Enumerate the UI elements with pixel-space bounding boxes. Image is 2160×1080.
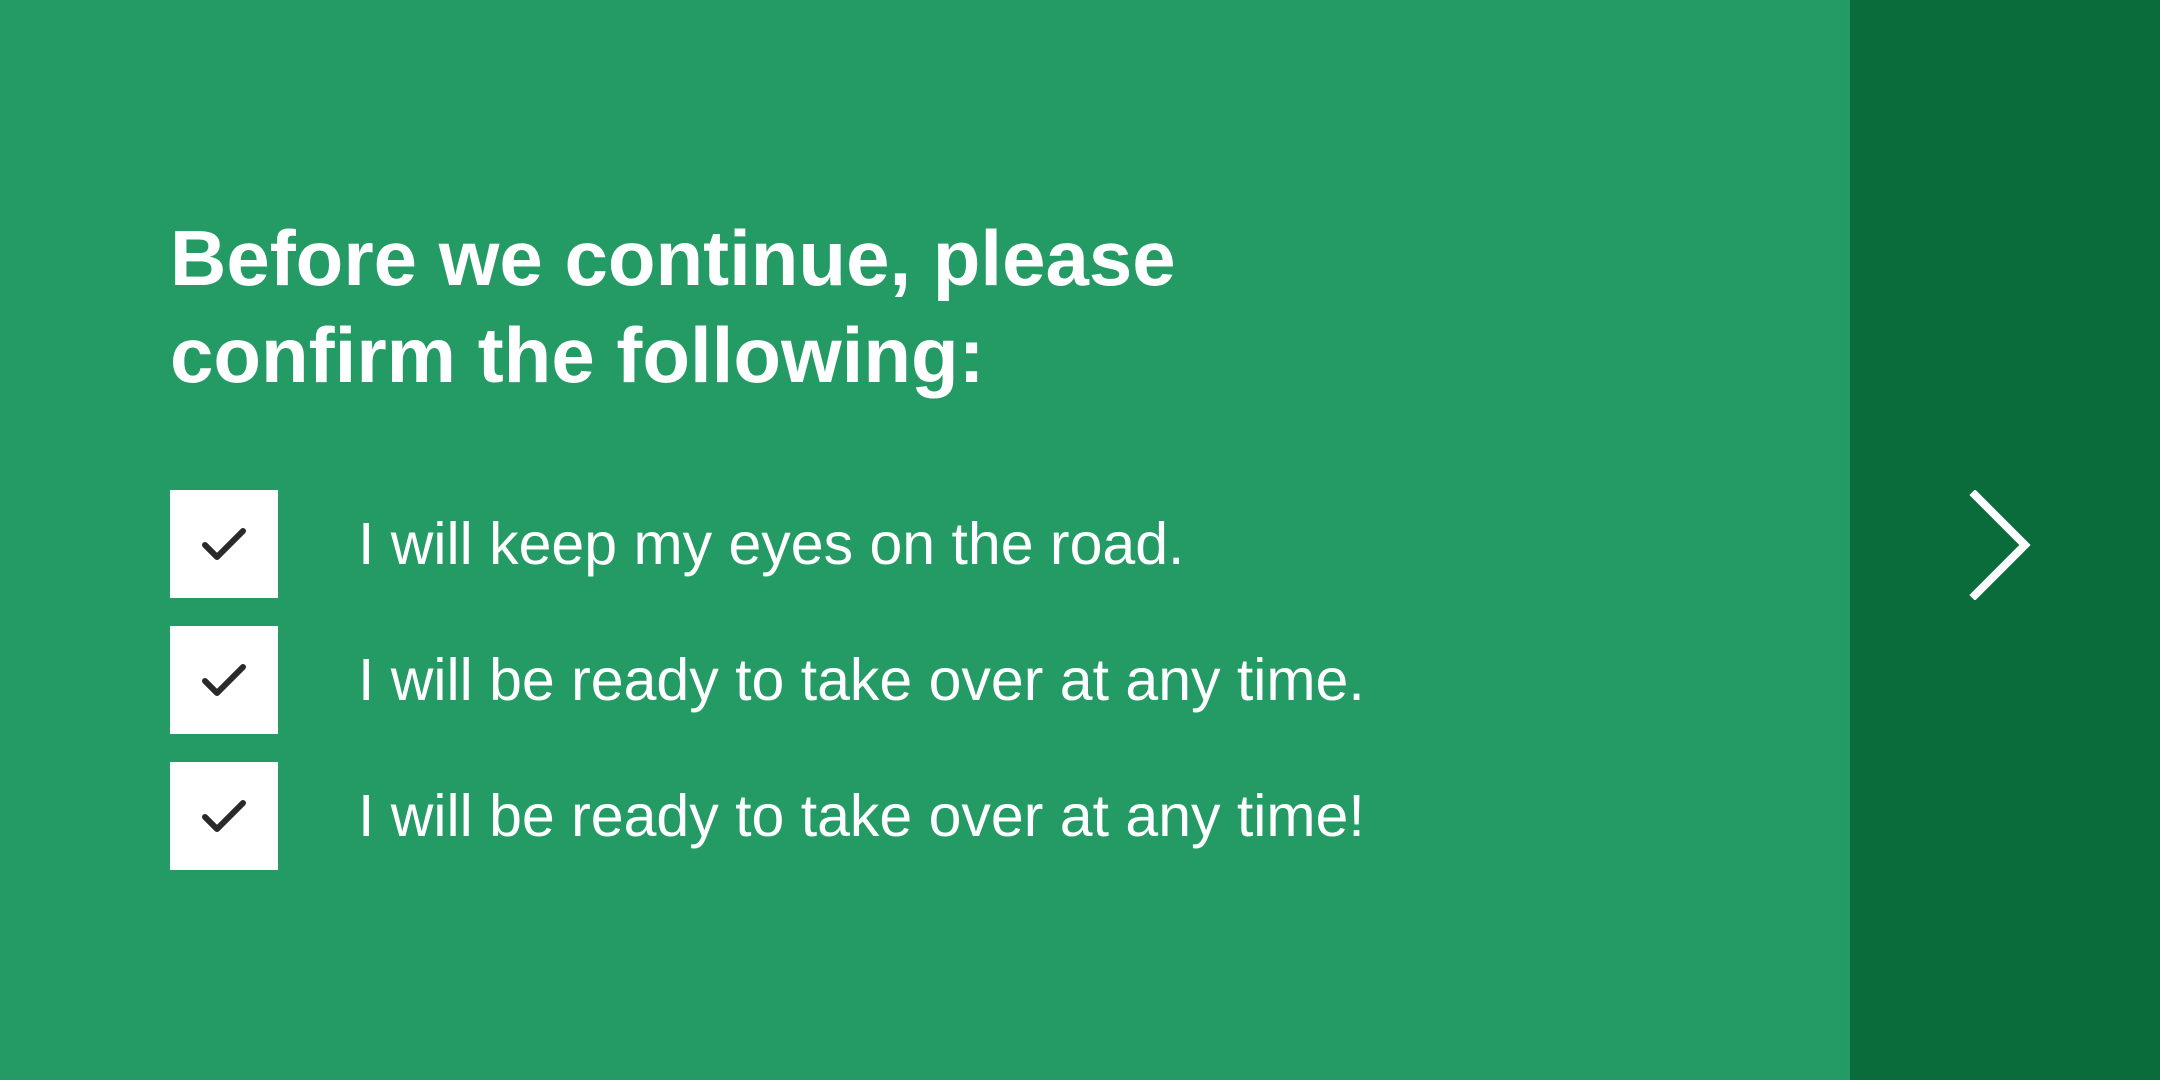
checklist-item-label: I will keep my eyes on the road. [358, 511, 1185, 577]
checkmark-icon [202, 800, 246, 832]
confirmation-screen: Before we continue, please confirm the f… [0, 0, 2160, 1080]
main-panel: Before we continue, please confirm the f… [0, 0, 1850, 1080]
checkmark-icon [202, 664, 246, 696]
checklist-item-label: I will be ready to take over at any time… [358, 783, 1365, 849]
checkbox[interactable] [170, 762, 278, 870]
page-title: Before we continue, please confirm the f… [170, 214, 1176, 399]
side-panel [1850, 0, 2160, 1080]
checkbox[interactable] [170, 490, 278, 598]
checklist-item[interactable]: I will be ready to take over at any time… [170, 626, 1365, 734]
checklist-item[interactable]: I will keep my eyes on the road. [170, 490, 1365, 598]
confirmation-checklist: I will keep my eyes on the road. I will … [170, 490, 1365, 898]
checklist-item-label: I will be ready to take over at any time… [358, 647, 1365, 713]
next-button[interactable] [1925, 445, 2075, 645]
chevron-right-icon [1969, 490, 2031, 600]
checkbox[interactable] [170, 626, 278, 734]
checkmark-icon [202, 528, 246, 560]
checklist-item[interactable]: I will be ready to take over at any time… [170, 762, 1365, 870]
